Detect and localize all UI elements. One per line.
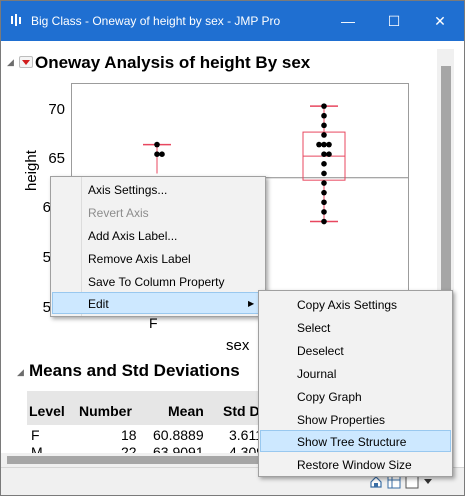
maximize-button[interactable]: ☐ <box>371 1 417 41</box>
data-point <box>321 112 327 119</box>
collapse-triangle-icon[interactable]: ◢ <box>17 367 24 378</box>
menu-item-add-axis-label[interactable]: Add Axis Label... <box>52 225 264 247</box>
table-icon[interactable] <box>387 475 401 489</box>
axis-context-menu: Axis Settings... Revert Axis Add Axis La… <box>50 176 266 317</box>
minimize-button[interactable]: — <box>325 1 371 41</box>
menu-item-copy-axis-settings[interactable]: Copy Axis Settings <box>260 294 451 316</box>
menu-item-journal[interactable]: Journal <box>260 363 451 385</box>
submenu-arrow-icon: ▶ <box>248 299 255 308</box>
column-header-level: Level <box>29 403 65 419</box>
data-point <box>154 151 160 158</box>
column-header-std: Std D <box>223 403 260 419</box>
window-list-icon[interactable] <box>405 475 419 489</box>
y-tick-label: 70 <box>48 101 65 118</box>
x-axis-label[interactable]: sex <box>226 337 249 354</box>
data-point <box>321 170 327 177</box>
home-icon[interactable] <box>369 475 383 489</box>
y-tick-label: 5 <box>42 249 51 266</box>
report-title: Oneway Analysis of height By sex <box>35 53 311 72</box>
data-point <box>321 209 327 215</box>
data-point <box>159 151 165 158</box>
column-header-mean: Mean <box>168 403 204 419</box>
data-point <box>321 218 327 225</box>
column-header-number: Number <box>79 403 132 419</box>
data-point <box>326 141 332 148</box>
x-category-label: F <box>149 315 158 331</box>
table-cell-number: 18 <box>121 427 137 443</box>
data-point <box>321 199 327 206</box>
menu-item-deselect[interactable]: Deselect <box>260 340 451 362</box>
menu-item-show-properties[interactable]: Show Properties <box>260 409 451 431</box>
data-point <box>326 151 332 158</box>
jmp-app-icon <box>11 14 21 26</box>
data-point <box>316 141 322 148</box>
edit-submenu: Copy Axis Settings Select Deselect Journ… <box>258 290 453 477</box>
data-point <box>321 103 327 109</box>
menu-item-select[interactable]: Select <box>260 317 451 339</box>
menu-item-remove-axis-label[interactable]: Remove Axis Label <box>52 248 264 270</box>
menu-item-save-to-column-property[interactable]: Save To Column Property <box>52 271 264 293</box>
data-point <box>321 141 327 148</box>
data-point <box>321 161 327 167</box>
red-triangle-menu-icon[interactable] <box>19 56 33 68</box>
data-point <box>321 180 327 186</box>
menu-item-restore-window-size[interactable]: Restore Window Size <box>260 454 451 476</box>
y-tick-label: 6 <box>42 199 51 216</box>
window-title: Big Class - Oneway of height by sex - JM… <box>31 14 281 28</box>
jmp-window: Big Class - Oneway of height by sex - JM… <box>0 0 465 496</box>
data-point <box>321 122 327 129</box>
data-point <box>321 132 327 138</box>
table-cell-level: F <box>31 427 40 443</box>
menu-item-copy-graph[interactable]: Copy Graph <box>260 386 451 408</box>
y-tick-label: 65 <box>48 150 65 167</box>
close-button[interactable]: ✕ <box>417 1 463 41</box>
menu-item-show-tree-structure[interactable]: Show Tree Structure <box>260 430 451 452</box>
y-tick-label: 5 <box>42 299 51 316</box>
menu-item-axis-settings[interactable]: Axis Settings... <box>52 179 264 201</box>
menu-item-edit[interactable]: Edit ▶ <box>52 292 264 314</box>
title-bar[interactable]: Big Class - Oneway of height by sex - JM… <box>1 1 464 41</box>
data-point <box>321 151 327 158</box>
table-cell-mean: 60.8889 <box>153 427 204 443</box>
data-point <box>154 141 160 148</box>
menu-item-revert-axis[interactable]: Revert Axis <box>52 202 264 224</box>
collapse-triangle-icon[interactable]: ◢ <box>7 57 14 68</box>
data-point <box>321 189 327 196</box>
means-section-title: Means and Std Deviations <box>29 361 240 380</box>
chevron-down-icon[interactable] <box>423 478 433 486</box>
